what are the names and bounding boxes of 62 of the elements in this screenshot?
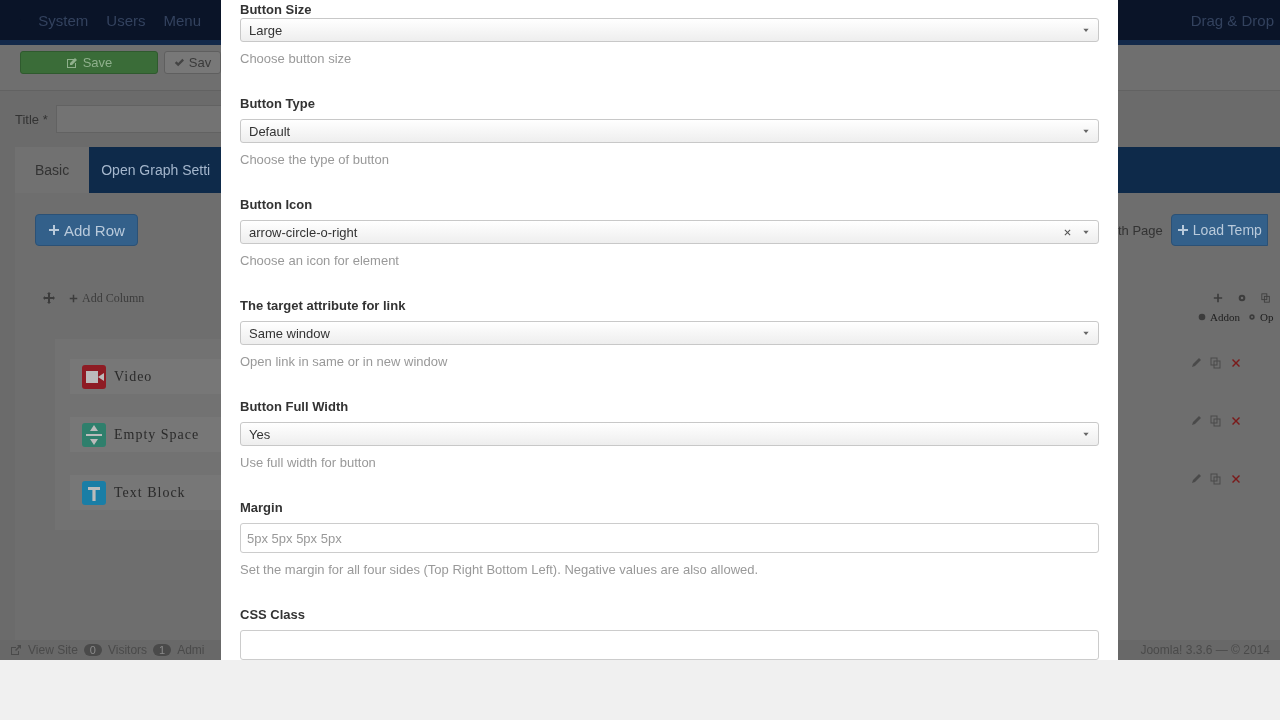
title-label: Title * xyxy=(15,111,48,127)
edit-icon xyxy=(65,56,78,69)
field-label: Button Icon xyxy=(240,196,314,214)
help-text: Use full width for button xyxy=(240,454,377,472)
field-label: Button Type xyxy=(240,95,316,113)
plus-icon xyxy=(48,224,60,236)
options-link[interactable]: Op xyxy=(1247,311,1274,323)
visitor-count: 0 xyxy=(83,644,102,656)
move-icon xyxy=(43,292,55,304)
copy-icon xyxy=(1261,293,1271,303)
addon-item[interactable]: Text Block xyxy=(70,475,221,510)
admin-count: 1 xyxy=(153,644,172,656)
copy-icon[interactable] xyxy=(1210,356,1222,369)
addon-item[interactable]: Empty Space xyxy=(70,417,221,452)
full-width-label: th Page xyxy=(1118,222,1163,238)
addon-name: Video xyxy=(114,368,153,385)
addon-link[interactable]: Addon xyxy=(1198,311,1240,323)
copy-icon[interactable] xyxy=(1210,414,1222,427)
pencil-icon[interactable] xyxy=(1190,472,1202,485)
copy-icon[interactable] xyxy=(1210,472,1222,485)
field-label: Button Size xyxy=(240,1,313,19)
help-text: Set the margin for all four sides (Top Right Bottom Left). Negative values are also allowed. xyxy=(240,561,760,579)
addon-item[interactable]: Video xyxy=(70,359,221,394)
addon-name: Text Block xyxy=(114,484,186,501)
save-button[interactable]: Save xyxy=(20,51,158,74)
caret-icon xyxy=(1082,228,1090,236)
load-template-button[interactable]: Load Temp xyxy=(1170,214,1268,246)
field-label: The target attribute for link xyxy=(240,297,407,315)
help-text: Choose an icon for element xyxy=(240,252,400,270)
clear-icon xyxy=(1063,227,1072,237)
select-field[interactable]: Default xyxy=(240,119,1099,143)
addon-name: Empty Space xyxy=(114,426,200,443)
external-link-icon xyxy=(10,644,22,656)
tab[interactable]: Basic xyxy=(15,147,90,193)
help-text: Open link in same or in new window xyxy=(240,353,449,371)
add-row-button[interactable]: Add Row xyxy=(35,214,138,246)
select-field[interactable]: Large xyxy=(240,18,1099,42)
select-field[interactable]: Same window xyxy=(240,321,1099,345)
title-input[interactable] xyxy=(55,105,221,133)
text-input[interactable] xyxy=(240,630,1099,660)
caret-icon xyxy=(1082,329,1090,337)
caret-icon xyxy=(1082,26,1090,34)
text-input[interactable]: 5px 5px 5px 5px xyxy=(240,523,1099,553)
plus-icon xyxy=(1213,293,1223,303)
pencil-icon[interactable] xyxy=(1190,414,1202,427)
save-close-button[interactable]: Sav xyxy=(163,51,221,74)
select-field[interactable]: arrow-circle-o-right xyxy=(240,220,1099,244)
help-text: Choose the type of button xyxy=(240,151,390,169)
delete-icon[interactable] xyxy=(1230,414,1242,427)
pencil-icon[interactable] xyxy=(1190,356,1202,369)
delete-icon[interactable] xyxy=(1230,472,1242,485)
check-icon xyxy=(173,57,184,68)
plus-icon xyxy=(69,293,78,303)
delete-icon[interactable] xyxy=(1230,356,1242,369)
caret-icon xyxy=(1082,430,1090,438)
select-field[interactable]: Yes xyxy=(240,422,1099,446)
help-text: Choose button size xyxy=(240,50,353,68)
field-label: CSS Class xyxy=(240,606,307,624)
field-label: Button Full Width xyxy=(240,398,350,416)
caret-icon xyxy=(1082,127,1090,135)
field-label: Margin xyxy=(240,499,284,517)
plus-icon xyxy=(1176,224,1189,236)
